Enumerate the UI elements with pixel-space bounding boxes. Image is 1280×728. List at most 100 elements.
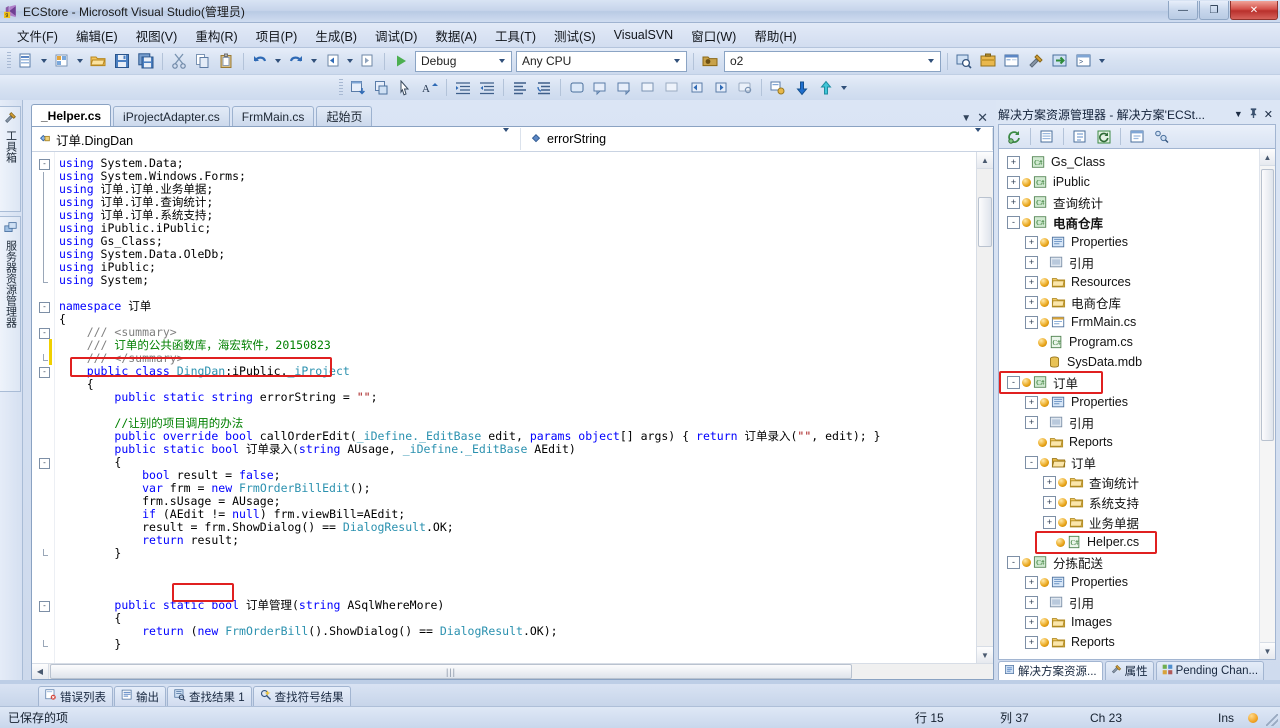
- tree-item[interactable]: - C# 电商仓库: [1001, 212, 1259, 232]
- move-down-icon[interactable]: [790, 76, 814, 99]
- outlining-marker[interactable]: -: [39, 601, 50, 612]
- menu-test[interactable]: 测试(S): [545, 23, 605, 48]
- bottom-tab-find-results[interactable]: 查找结果 1: [167, 686, 252, 706]
- type-navigation-combo[interactable]: 订单.DingDan: [32, 128, 521, 150]
- solution-tree[interactable]: + C# Gs_Class + C# iPublic + C# 查询统计 - C# 电商仓库 + Prop…: [999, 149, 1259, 659]
- outlining-marker[interactable]: -: [39, 458, 50, 469]
- menu-view[interactable]: 视图(V): [127, 23, 187, 48]
- code-editor-surface[interactable]: - - - - - - using System.Data; using System.Wi…: [32, 152, 993, 663]
- undo-dropdown-icon[interactable]: [275, 59, 281, 63]
- font-size-icon[interactable]: A: [418, 76, 442, 99]
- tree-item[interactable]: C# Helper.cs: [1001, 532, 1259, 552]
- paste-icon[interactable]: [215, 50, 239, 73]
- tree-expander[interactable]: +: [1025, 615, 1038, 629]
- tree-expander[interactable]: +: [1025, 595, 1038, 609]
- panel-tab-properties[interactable]: 属性: [1104, 661, 1154, 680]
- outlining-marker[interactable]: -: [39, 302, 50, 313]
- save-icon[interactable]: [110, 50, 134, 73]
- tree-expander[interactable]: +: [1025, 635, 1038, 649]
- tree-expander[interactable]: +: [1043, 475, 1056, 489]
- solution-tree-scrollbar[interactable]: ▲ ▼: [1259, 149, 1275, 659]
- horizontal-scroll-thumb[interactable]: |||: [50, 664, 852, 679]
- scroll-left-icon[interactable]: ◀: [32, 664, 49, 679]
- tree-expander[interactable]: +: [1007, 195, 1020, 209]
- panel-tab-pending-changes[interactable]: Pending Chan...: [1155, 661, 1265, 680]
- show-all-files-icon[interactable]: [1035, 125, 1059, 148]
- pin-icon[interactable]: [1248, 107, 1259, 121]
- copy-icon[interactable]: [191, 50, 215, 73]
- tree-item[interactable]: + 业务单据: [1001, 512, 1259, 532]
- editor-tab-helper-cs[interactable]: _Helper.cs: [31, 104, 112, 126]
- tree-item[interactable]: + 引用: [1001, 592, 1259, 612]
- editor-tab-iprojectadapter-cs[interactable]: iProjectAdapter.cs: [113, 106, 230, 126]
- editor-tab-start-page[interactable]: 起始页: [316, 106, 373, 126]
- outlining-marker[interactable]: [39, 276, 48, 285]
- tree-expander[interactable]: +: [1025, 315, 1038, 329]
- tree-item[interactable]: + 引用: [1001, 252, 1259, 272]
- tree-expander[interactable]: +: [1025, 575, 1038, 589]
- text-toolbar-overflow-icon[interactable]: [841, 85, 847, 90]
- rail-tab-toolbox[interactable]: 工具箱: [0, 106, 21, 212]
- toggle-bookmark-icon[interactable]: [637, 76, 661, 99]
- chevron-down-icon[interactable]: [495, 59, 509, 63]
- tree-expander[interactable]: +: [1025, 235, 1038, 249]
- maximize-button[interactable]: ❐: [1199, 1, 1229, 20]
- task-list-icon[interactable]: [766, 76, 790, 99]
- tree-item[interactable]: + 引用: [1001, 412, 1259, 432]
- tree-expander[interactable]: -: [1007, 215, 1020, 229]
- toolbar-overflow-icon[interactable]: [1099, 59, 1105, 63]
- sol-scroll-thumb[interactable]: [1261, 169, 1274, 441]
- solution-configuration-combo[interactable]: Debug: [415, 50, 512, 72]
- tree-item[interactable]: + Properties: [1001, 392, 1259, 412]
- outlining-margin[interactable]: - - - - - -: [32, 152, 55, 663]
- tree-expander[interactable]: +: [1025, 255, 1038, 269]
- minimize-button[interactable]: —: [1168, 1, 1198, 20]
- code-text[interactable]: using System.Data; using System.Windows.F…: [55, 152, 976, 663]
- editor-tab-frmmain-cs[interactable]: FrmMain.cs: [231, 106, 315, 126]
- tree-item[interactable]: C# Program.cs: [1001, 332, 1259, 352]
- close-icon-editor[interactable]: ✕: [977, 110, 988, 126]
- outlining-marker[interactable]: [39, 640, 48, 649]
- editor-horizontal-scrollbar[interactable]: ◀ |||: [32, 663, 993, 679]
- tree-expander[interactable]: +: [1025, 415, 1038, 429]
- properties-window-icon[interactable]: [1000, 50, 1024, 73]
- new-item-dropdown-icon[interactable]: [77, 59, 83, 63]
- outlining-marker[interactable]: [39, 224, 48, 237]
- cut-icon[interactable]: [167, 50, 191, 73]
- vertical-scroll-thumb[interactable]: [978, 197, 992, 247]
- solution-explorer-tree-container[interactable]: + C# Gs_Class + C# iPublic + C# 查询统计 - C# 电商仓库 + Prop…: [998, 148, 1276, 660]
- sol-scroll-down-icon[interactable]: ▼: [1260, 642, 1275, 659]
- bottom-tab-find-symbol-results[interactable]: 查找符号结果: [252, 686, 351, 706]
- tree-expander[interactable]: -: [1007, 375, 1020, 389]
- clear-bookmarks-icon[interactable]: [661, 76, 685, 99]
- navigate-backward-icon[interactable]: [320, 50, 344, 73]
- toggle-outlining-icon[interactable]: [565, 76, 589, 99]
- tree-item[interactable]: Reports: [1001, 432, 1259, 452]
- tree-expander[interactable]: -: [1025, 455, 1038, 469]
- tree-item[interactable]: + FrmMain.cs: [1001, 312, 1259, 332]
- outlining-marker[interactable]: [39, 250, 48, 263]
- solution-platform-combo[interactable]: Any CPU: [516, 50, 687, 72]
- menu-tools[interactable]: 工具(T): [486, 23, 545, 48]
- tree-item[interactable]: + 系统支持: [1001, 492, 1259, 512]
- open-file-icon[interactable]: [86, 50, 110, 73]
- tree-expander[interactable]: +: [1025, 275, 1038, 289]
- chevron-down-icon-panel[interactable]: ▼: [1234, 109, 1243, 119]
- outlining-marker[interactable]: -: [39, 328, 50, 339]
- display-window-icon[interactable]: [346, 76, 370, 99]
- tree-item[interactable]: + Properties: [1001, 232, 1259, 252]
- tree-expander[interactable]: -: [1007, 555, 1020, 569]
- new-item-icon[interactable]: [50, 50, 74, 73]
- tree-item[interactable]: - 订单: [1001, 452, 1259, 472]
- undo-icon[interactable]: [248, 50, 272, 73]
- close-icon-panel[interactable]: ✕: [1264, 108, 1273, 121]
- tree-expander[interactable]: +: [1007, 175, 1020, 189]
- menu-window[interactable]: 窗口(W): [682, 23, 745, 48]
- bottom-tab-output[interactable]: 输出: [114, 686, 166, 706]
- chevron-down-icon-tabs[interactable]: ▼: [961, 113, 971, 124]
- panel-tab-solution-explorer[interactable]: 解决方案资源...: [998, 661, 1103, 680]
- sol-scroll-up-icon[interactable]: ▲: [1260, 149, 1275, 166]
- properties-icon[interactable]: [1068, 125, 1092, 148]
- find-in-files-icon[interactable]: [952, 50, 976, 73]
- outlining-marker[interactable]: [39, 198, 48, 211]
